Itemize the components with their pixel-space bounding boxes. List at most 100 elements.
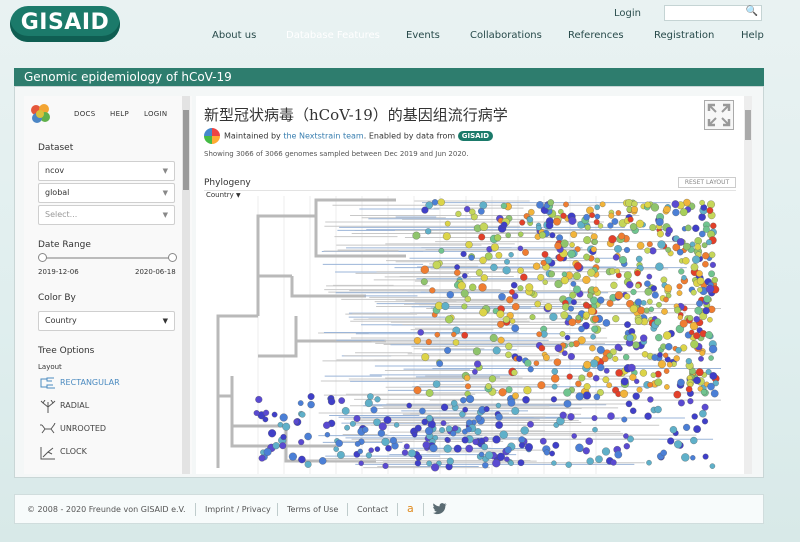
nav-registration[interactable]: Registration <box>654 30 714 41</box>
sidebar-login-link[interactable]: LOGIN <box>144 110 167 118</box>
tree-tip <box>677 378 685 387</box>
sidebar-scrollbar-thumb[interactable] <box>183 110 189 190</box>
tree-tip <box>602 319 611 327</box>
tree-tip <box>586 371 593 378</box>
tree-tip <box>543 354 550 361</box>
tree-tip <box>698 213 706 221</box>
nextstrain-logo-icon[interactable] <box>28 102 52 126</box>
tree-tip <box>401 449 409 456</box>
dataset-select-3[interactable]: Select... ▼ <box>38 205 175 225</box>
tree-tip <box>584 224 591 231</box>
twitter-icon[interactable] <box>433 503 447 515</box>
layout-unrooted[interactable]: UNROOTED <box>40 422 106 437</box>
clock-tree-icon <box>40 447 55 460</box>
footer-contact-link[interactable]: Contact <box>357 505 388 514</box>
tree-tip <box>437 198 445 206</box>
sidebar-scrollbar[interactable] <box>182 96 190 474</box>
tree-tip <box>536 331 543 338</box>
docs-link[interactable]: DOCS <box>74 110 95 118</box>
tree-tip <box>508 460 514 466</box>
amazon-smile-icon[interactable]: a <box>407 502 414 515</box>
date-range-end-handle[interactable] <box>168 253 177 262</box>
tree-tip <box>614 450 623 459</box>
nav-events[interactable]: Events <box>406 30 440 41</box>
tree-tip <box>307 393 315 401</box>
tree-tip <box>527 366 534 373</box>
tree-tip <box>293 418 299 425</box>
footer-separator <box>423 503 424 516</box>
tree-tip <box>529 314 536 321</box>
tree-tip <box>672 208 680 217</box>
tree-tip <box>425 338 432 345</box>
tree-tip <box>629 407 637 415</box>
tree-tip <box>651 354 659 361</box>
tree-tip <box>528 208 535 216</box>
layout-rectangular[interactable]: RECTANGULAR <box>40 377 120 391</box>
tree-tip <box>297 400 304 406</box>
nav-database-features[interactable]: Database Features <box>286 30 380 41</box>
tree-tip <box>393 422 400 428</box>
nav-about-us[interactable]: About us <box>212 30 256 41</box>
tree-tip <box>288 452 297 461</box>
tree-tip <box>575 443 584 452</box>
dataset-select-1[interactable]: ncov ▼ <box>38 161 175 181</box>
footer-imprint-link[interactable]: Imprint / Privacy <box>205 505 271 514</box>
date-range-slider[interactable] <box>42 257 172 259</box>
tree-tip <box>527 420 534 428</box>
nav-references[interactable]: References <box>568 30 624 41</box>
genome-count-text: Showing 3066 of 3066 genomes sampled bet… <box>204 150 469 158</box>
tree-tip <box>594 204 600 211</box>
layout-radial[interactable]: RADIAL <box>40 399 89 416</box>
color-by-select[interactable]: Country ▼ <box>38 311 175 331</box>
tree-tip <box>623 246 631 254</box>
login-link[interactable]: Login <box>614 8 641 19</box>
layout-radial-label: RADIAL <box>60 401 90 410</box>
tree-tip <box>277 421 284 428</box>
nav-help[interactable]: Help <box>741 30 764 41</box>
search-input[interactable]: 🔍 <box>664 5 762 21</box>
main-scrollbar[interactable] <box>744 96 752 474</box>
tree-tip <box>569 242 575 248</box>
nextstrain-team-link[interactable]: the Nextstrain team <box>283 132 363 141</box>
fullscreen-button[interactable] <box>704 100 734 130</box>
tree-tip <box>554 344 563 352</box>
gisaid-badge[interactable]: GISAID <box>457 131 494 141</box>
tree-tip <box>623 271 632 280</box>
gisaid-logo[interactable]: GISAID <box>10 6 120 42</box>
tree-tip <box>421 353 430 362</box>
page-title: Genomic epidemiology of hCoV-19 <box>14 68 764 86</box>
dataset-select-2[interactable]: global ▼ <box>38 183 175 203</box>
tree-tip <box>564 334 571 341</box>
tree-tip <box>488 375 497 383</box>
chevron-down-icon: ▼ <box>162 167 168 175</box>
tree-tip <box>485 383 492 390</box>
tree-tip <box>568 318 577 327</box>
tree-tip <box>635 283 641 289</box>
tree-tip <box>480 274 488 282</box>
tree-tip <box>583 236 592 245</box>
tree-tip <box>623 293 631 300</box>
tree-tip <box>444 436 450 443</box>
main-scrollbar-thumb[interactable] <box>745 110 751 140</box>
tree-tip <box>636 241 645 250</box>
tree-tip <box>646 298 653 305</box>
tree-tip <box>490 243 499 252</box>
tree-tip <box>517 231 524 238</box>
search-icon[interactable]: 🔍 <box>746 6 758 17</box>
nav-collaborations[interactable]: Collaborations <box>470 30 542 41</box>
tree-tip <box>517 267 524 274</box>
footer-terms-link[interactable]: Terms of Use <box>287 505 338 514</box>
date-range-start-handle[interactable] <box>38 253 47 262</box>
tree-tip <box>690 289 697 296</box>
tree-tip <box>677 399 685 407</box>
help-link[interactable]: HELP <box>110 110 129 118</box>
unrooted-tree-icon <box>40 422 56 434</box>
tree-tip <box>279 413 288 422</box>
tree-tip <box>446 291 454 299</box>
tree-tip <box>594 257 601 264</box>
reset-layout-button[interactable]: RESET LAYOUT <box>678 177 736 188</box>
tree-tip <box>479 308 488 317</box>
phylogeny-tree[interactable] <box>196 196 744 474</box>
layout-clock[interactable]: CLOCK <box>40 446 87 462</box>
tree-tip <box>643 307 650 314</box>
